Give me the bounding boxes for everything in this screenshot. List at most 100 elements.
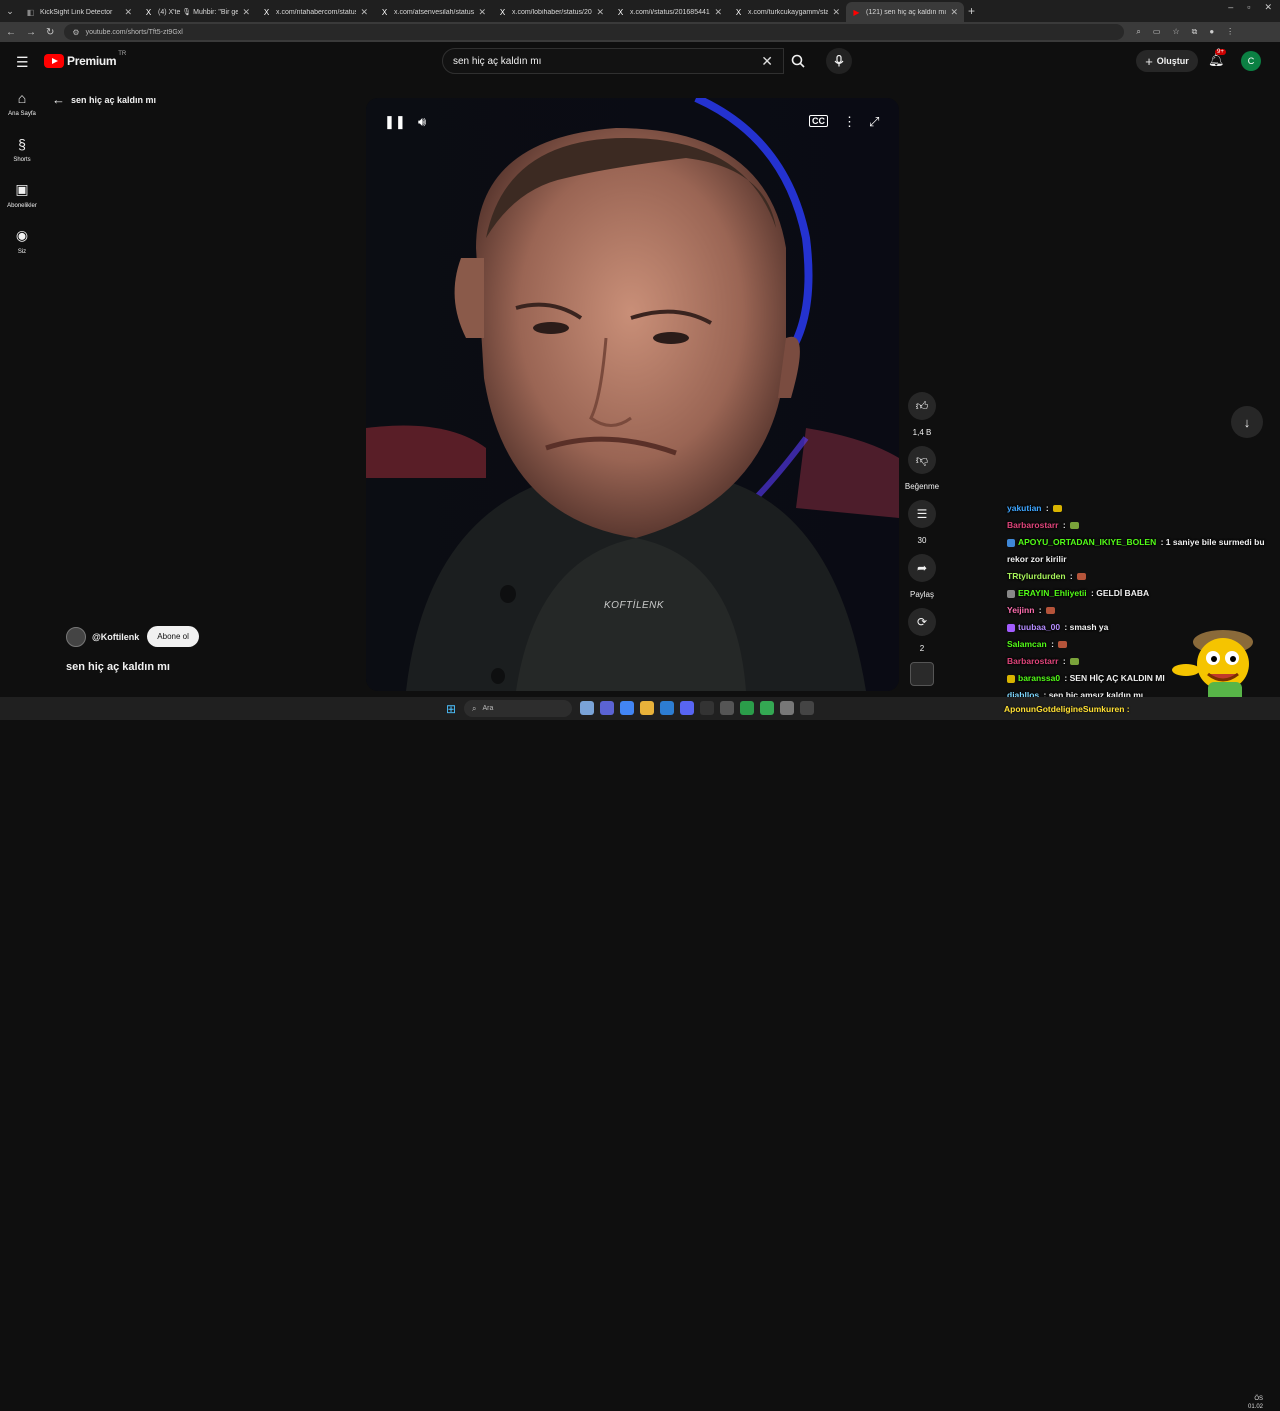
site-info-icon[interactable]: ⚙ <box>72 28 79 37</box>
guide-menu-icon[interactable]: ☰ <box>16 54 29 71</box>
app-icon-chrome-green[interactable] <box>740 701 754 715</box>
cast-icon[interactable]: ▭ <box>1153 27 1161 37</box>
profile-icon[interactable]: ● <box>1209 27 1214 37</box>
browser-tab[interactable]: Xx.com/atsenvesilah/status/201✕ <box>374 2 492 22</box>
tab-close-icon[interactable]: ✕ <box>124 7 132 18</box>
tab-search-button[interactable]: ⌄ <box>0 1 20 21</box>
new-tab-button[interactable]: + <box>968 4 975 18</box>
comments-button[interactable]: ☰ 30 <box>904 500 940 546</box>
back-title: sen hiç aç kaldın mı <box>71 94 157 105</box>
nav-buttons: ← → ↻ <box>6 27 54 38</box>
create-button[interactable]: + Oluştur <box>1136 50 1198 72</box>
browser-tab[interactable]: Xx.com/turkcukaygamm/status✕ <box>728 2 846 22</box>
browser-tab[interactable]: Xx.com/lobihaber/status/20165 ✕ <box>492 2 610 22</box>
arrow-down-icon: ↓ <box>1243 414 1251 430</box>
browser-tab[interactable]: X (4) X'te 🎙 Muhbir: "Bir genç y✕ <box>138 2 256 22</box>
close-window-button[interactable]: ✕ <box>1264 2 1272 13</box>
forward-nav-button[interactable]: → <box>26 27 36 38</box>
tab-close-icon[interactable]: ✕ <box>714 7 722 18</box>
taskbar-search[interactable]: ⌕ Ara <box>464 700 572 717</box>
comment-count: 30 <box>917 536 927 545</box>
browser-tab[interactable]: Xx.com/i/status/201685441336 ✕ <box>610 2 728 22</box>
chat-text: GELDİ BABA <box>1096 588 1150 598</box>
subscribe-button[interactable]: Abone ol <box>147 626 199 647</box>
youtube-logo[interactable]: Premium TR <box>44 51 126 68</box>
back-to-results[interactable]: ← sen hiç aç kaldın mı <box>52 92 156 107</box>
fullscreen-icon[interactable]: ⤢ <box>869 114 879 130</box>
shorts-actions: 👍︎ 1,4 B 👎︎ Beğenme ☰ 30 ➦ Paylaş ⟳ 2 <box>904 392 940 686</box>
browser-menu-icon[interactable]: ⋮ <box>1226 27 1234 37</box>
app-icon-widgets[interactable] <box>580 701 594 715</box>
app-icon-edge[interactable] <box>660 701 674 715</box>
share-button[interactable]: ➦ Paylaş <box>904 554 940 600</box>
clock-line1: ÖS <box>1254 1396 1264 1402</box>
reload-button[interactable]: ↻ <box>46 27 54 38</box>
plus-icon: + <box>1145 53 1153 69</box>
thumbs-down-icon: 👎︎ <box>908 446 936 474</box>
shorts-player[interactable]: ❚❚ 🔊︎ CC ⋮ ⤢ KOFTİLENK <box>366 98 899 691</box>
sidebar-item[interactable]: ▣ Abonelikler <box>0 172 44 218</box>
browser-tab[interactable]: ◧ KickSight Link Detector ✕ <box>20 2 138 22</box>
bookmark-star-icon[interactable]: ☆ <box>1172 27 1179 37</box>
captions-icon[interactable]: CC <box>809 115 828 127</box>
windows-start-icon[interactable]: ⊞ <box>446 702 456 716</box>
tab-close-icon[interactable]: ✕ <box>950 7 958 18</box>
volume-icon[interactable]: 🔊︎ <box>418 114 426 130</box>
like-button[interactable]: 👍︎ 1,4 B <box>904 392 940 438</box>
app-icon-discord[interactable] <box>680 701 694 715</box>
tab-close-icon[interactable]: ✕ <box>242 7 250 18</box>
tab-close-icon[interactable]: ✕ <box>478 7 486 18</box>
app-icon-tool[interactable] <box>720 701 734 715</box>
maximize-button[interactable]: ▫ <box>1247 2 1250 13</box>
minimize-button[interactable]: – <box>1228 2 1233 13</box>
tab-close-icon[interactable]: ✕ <box>360 7 368 18</box>
pause-icon[interactable]: ❚❚ <box>384 114 406 130</box>
next-video-button[interactable]: ↓ <box>1231 406 1263 438</box>
voice-search-button[interactable] <box>826 48 852 74</box>
chat-username: baranssa0 <box>1018 673 1061 683</box>
create-label: Oluştur <box>1156 56 1189 66</box>
taskbar-clock[interactable]: ÖS 01.02 <box>1248 1395 1263 1411</box>
app-icon-obs[interactable] <box>780 701 794 715</box>
subscriptions-icon: ▣ <box>15 181 29 197</box>
omnibox[interactable]: ⚙ youtube.com/shorts/Tft5-zt9Gxl <box>64 24 1125 40</box>
clear-search-icon[interactable]: ✕ <box>761 53 773 70</box>
browser-tab[interactable]: ▶ (121) sen hiç aç kaldın mı ✕ <box>846 2 964 22</box>
chat-badge-icon <box>1007 589 1015 598</box>
clock-line2: 01.02 <box>1248 1404 1264 1410</box>
tab-close-icon[interactable]: ✕ <box>596 7 604 18</box>
app-icon-explorer[interactable] <box>640 701 654 715</box>
account-avatar[interactable]: C <box>1241 51 1261 71</box>
sidebar-item[interactable]: ◉ Siz <box>0 218 44 264</box>
app-icon-store[interactable] <box>700 701 714 715</box>
extensions-icon[interactable]: ⧉ <box>1192 27 1198 37</box>
sound-thumbnail[interactable] <box>910 662 934 686</box>
channel-name[interactable]: @Koftilenk <box>92 632 139 642</box>
notifications-button[interactable]: 🔔︎ 9+ <box>1208 49 1226 68</box>
tab-close-icon[interactable]: ✕ <box>832 7 840 18</box>
search-value: sen hiç aç kaldın mı <box>453 55 542 67</box>
sidebar-item[interactable]: ⌂ Ana Sayfa <box>0 80 44 126</box>
chat-bottom-user: AponunGotdeligineSumkuren : <box>1004 704 1130 714</box>
browser-tab[interactable]: Xx.com/ntahabercom/status/20 ✕ <box>256 2 374 22</box>
window-controls: – ▫ ✕ <box>1228 2 1272 13</box>
logo-text: Premium <box>67 54 117 68</box>
address-text: youtube.com/shorts/Tft5-zt9Gxl <box>85 28 183 36</box>
tab-favicon-icon: X <box>263 7 270 17</box>
app-icon-teams[interactable] <box>600 701 614 715</box>
tab-favicon-icon: ▶ <box>853 7 860 17</box>
dislike-button[interactable]: 👎︎ Beğenme <box>904 446 940 492</box>
tab-favicon-icon: X <box>617 7 624 17</box>
app-icon-chrome-2[interactable] <box>760 701 774 715</box>
search-input[interactable]: sen hiç aç kaldın mı ✕ <box>442 48 784 74</box>
more-options-icon[interactable]: ⋮ <box>843 114 856 130</box>
search-button[interactable] <box>784 48 812 74</box>
address-toolbar: ← → ↻ ⚙ youtube.com/shorts/Tft5-zt9Gxl ⌕… <box>0 22 1280 42</box>
app-icon-chrome[interactable] <box>620 701 634 715</box>
channel-avatar[interactable] <box>66 626 86 647</box>
remix-button[interactable]: ⟳ 2 <box>904 608 940 654</box>
back-nav-button[interactable]: ← <box>6 27 16 38</box>
zoom-icon[interactable]: ⌕ <box>1136 27 1140 37</box>
sidebar-item[interactable]: § Shorts <box>0 126 44 172</box>
app-icon-misc[interactable] <box>800 701 814 715</box>
